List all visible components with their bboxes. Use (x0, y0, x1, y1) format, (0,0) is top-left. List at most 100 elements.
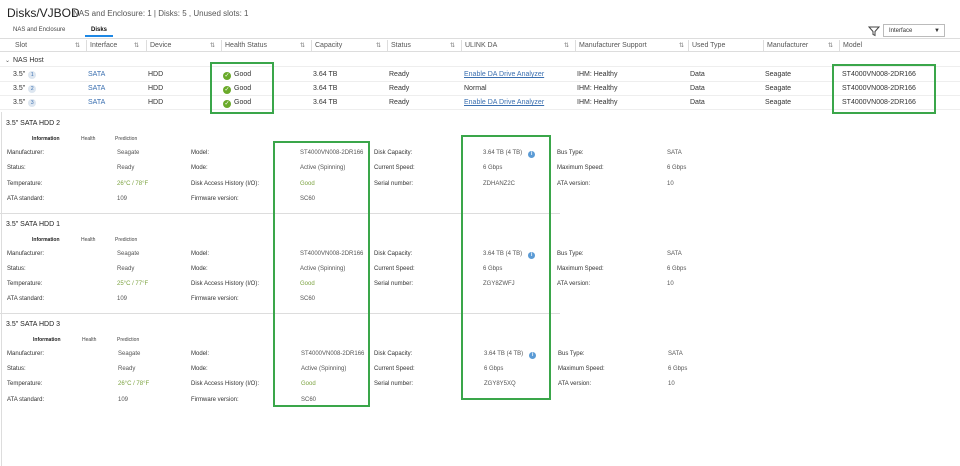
slot-number-badge: 2 (28, 85, 37, 93)
label-disk-capacity: Disk Capacity: (374, 351, 413, 357)
sort-icon[interactable]: ⇅ (828, 42, 833, 49)
sort-icon[interactable]: ⇅ (134, 42, 139, 49)
label-status: Status: (7, 266, 26, 272)
label-disk-access: Disk Access History (I/O): (191, 281, 260, 287)
label-max-speed: Maximum Speed: (557, 165, 604, 171)
tab-disks[interactable]: Disks (85, 25, 114, 37)
table-row[interactable]: 3.5" 2 SATA HDD ✓ Good 3.64 TB Ready Norma… (0, 82, 960, 96)
col-device[interactable]: Device (150, 42, 171, 49)
used-type-cell: Data (690, 71, 705, 78)
value-temperature: 26°C / 78°F (117, 181, 149, 187)
label-manufacturer: Manufacturer: (7, 351, 45, 357)
group-row-nas-host[interactable]: ⌄ NAS Host (0, 54, 960, 67)
label-serial: Serial number: (374, 181, 414, 187)
slot-number-badge: 1 (28, 71, 37, 79)
col-manufacturer-support[interactable]: Manufacturer Support (579, 42, 647, 49)
enable-da-link[interactable]: Enable DA Drive Analyzer (464, 99, 544, 106)
value-bus-type: SATA (667, 150, 682, 156)
label-mode: Mode: (191, 266, 208, 272)
slot-number-badge: 3 (28, 99, 37, 107)
left-border (1, 112, 2, 466)
sort-icon[interactable]: ⇅ (75, 42, 80, 49)
filter-icon[interactable] (868, 25, 880, 37)
col-manufacturer[interactable]: Manufacturer (767, 42, 808, 49)
label-bus-type: Bus Type: (557, 150, 584, 156)
label-firmware: Firmware version: (191, 296, 239, 302)
col-slot[interactable]: Slot (15, 42, 27, 49)
label-bus-type: Bus Type: (557, 251, 584, 257)
label-ata-standard: ATA standard: (7, 296, 45, 302)
value-max-speed: 6 Gbps (668, 366, 688, 372)
tab-health[interactable]: Health (81, 237, 95, 243)
tab-information[interactable]: Information (32, 237, 60, 243)
label-firmware: Firmware version: (191, 397, 239, 403)
value-ata-version: 10 (667, 181, 674, 187)
status-cell: Ready (389, 85, 410, 92)
value-ata-version: 10 (667, 281, 674, 287)
device-cell: HDD (148, 99, 164, 106)
table-row[interactable]: 3.5" 1 SATA HDD ✓ Good 3.64 TB Ready Enabl… (0, 68, 960, 82)
chevron-down-icon: ▼ (934, 28, 940, 34)
sort-icon[interactable]: ⇅ (210, 42, 215, 49)
manufacturer-cell: Seagate (765, 99, 792, 106)
label-disk-capacity: Disk Capacity: (374, 251, 413, 257)
highlight-capacity-details (461, 135, 551, 400)
label-ata-version: ATA version: (557, 281, 591, 287)
interface-filter-select[interactable]: Interface ▼ (883, 24, 945, 37)
value-manufacturer: Seagate (117, 150, 140, 156)
interface-filter-value: Interface (889, 28, 913, 34)
highlight-model-details (273, 141, 370, 407)
tab-prediction[interactable]: Prediction (117, 337, 139, 343)
tab-health[interactable]: Health (82, 337, 96, 343)
label-firmware: Firmware version: (191, 196, 239, 202)
col-used-type[interactable]: Used Type (692, 42, 725, 49)
label-disk-capacity: Disk Capacity: (374, 150, 413, 156)
slot-cell: 3.5" 1 (13, 71, 37, 79)
value-ata-standard: 109 (118, 397, 129, 403)
device-cell: HDD (148, 85, 164, 92)
col-capacity[interactable]: Capacity (315, 42, 342, 49)
sort-icon[interactable]: ⇅ (679, 42, 684, 49)
label-mode: Mode: (191, 366, 208, 372)
tab-information[interactable]: Information (32, 136, 60, 142)
col-health-status[interactable]: Health Status (225, 42, 267, 49)
label-ata-standard: ATA standard: (7, 196, 45, 202)
col-ulink-da[interactable]: ULINK DA (465, 42, 497, 49)
capacity-cell: 3.64 TB (313, 71, 338, 78)
value-temperature: 25°C / 77°F (117, 281, 149, 287)
interface-cell: SATA (88, 71, 106, 78)
value-ata-standard: 109 (117, 196, 128, 202)
slot-cell: 3.5" 3 (13, 99, 37, 107)
highlight-health-status (210, 62, 274, 114)
value-status: Ready (117, 165, 135, 171)
sort-icon[interactable]: ⇅ (450, 42, 455, 49)
col-status[interactable]: Status (391, 42, 411, 49)
status-cell: Ready (389, 71, 410, 78)
highlight-model (832, 64, 936, 114)
tab-nas-and-enclosure[interactable]: NAS and Enclosure (7, 25, 71, 35)
tab-information[interactable]: Information (33, 337, 61, 343)
sort-icon[interactable]: ⇅ (300, 42, 305, 49)
value-ata-standard: 109 (117, 296, 128, 302)
label-disk-access: Disk Access History (I/O): (191, 381, 260, 387)
capacity-cell: 3.64 TB (313, 99, 338, 106)
label-temperature: Temperature: (7, 281, 43, 287)
table-row[interactable]: 3.5" 3 SATA HDD ✓ Good 3.64 TB Ready Enabl… (0, 96, 960, 110)
label-ata-standard: ATA standard: (7, 397, 45, 403)
value-bus-type: SATA (668, 351, 683, 357)
col-interface[interactable]: Interface (90, 42, 117, 49)
label-serial: Serial number: (374, 281, 414, 287)
col-model[interactable]: Model (843, 42, 862, 49)
sort-icon[interactable]: ⇅ (564, 42, 569, 49)
sort-icon[interactable]: ⇅ (376, 42, 381, 49)
label-temperature: Temperature: (7, 181, 43, 187)
slot-cell: 3.5" 2 (13, 85, 37, 93)
chevron-down-icon[interactable]: ⌄ (5, 57, 10, 64)
label-bus-type: Bus Type: (558, 351, 585, 357)
tab-prediction[interactable]: Prediction (115, 237, 137, 243)
value-manufacturer: Seagate (117, 251, 140, 257)
tab-prediction[interactable]: Prediction (115, 136, 137, 142)
tab-health[interactable]: Health (81, 136, 95, 142)
page-title: Disks/VJBOD (7, 6, 80, 20)
enable-da-link[interactable]: Enable DA Drive Analyzer (464, 71, 544, 78)
